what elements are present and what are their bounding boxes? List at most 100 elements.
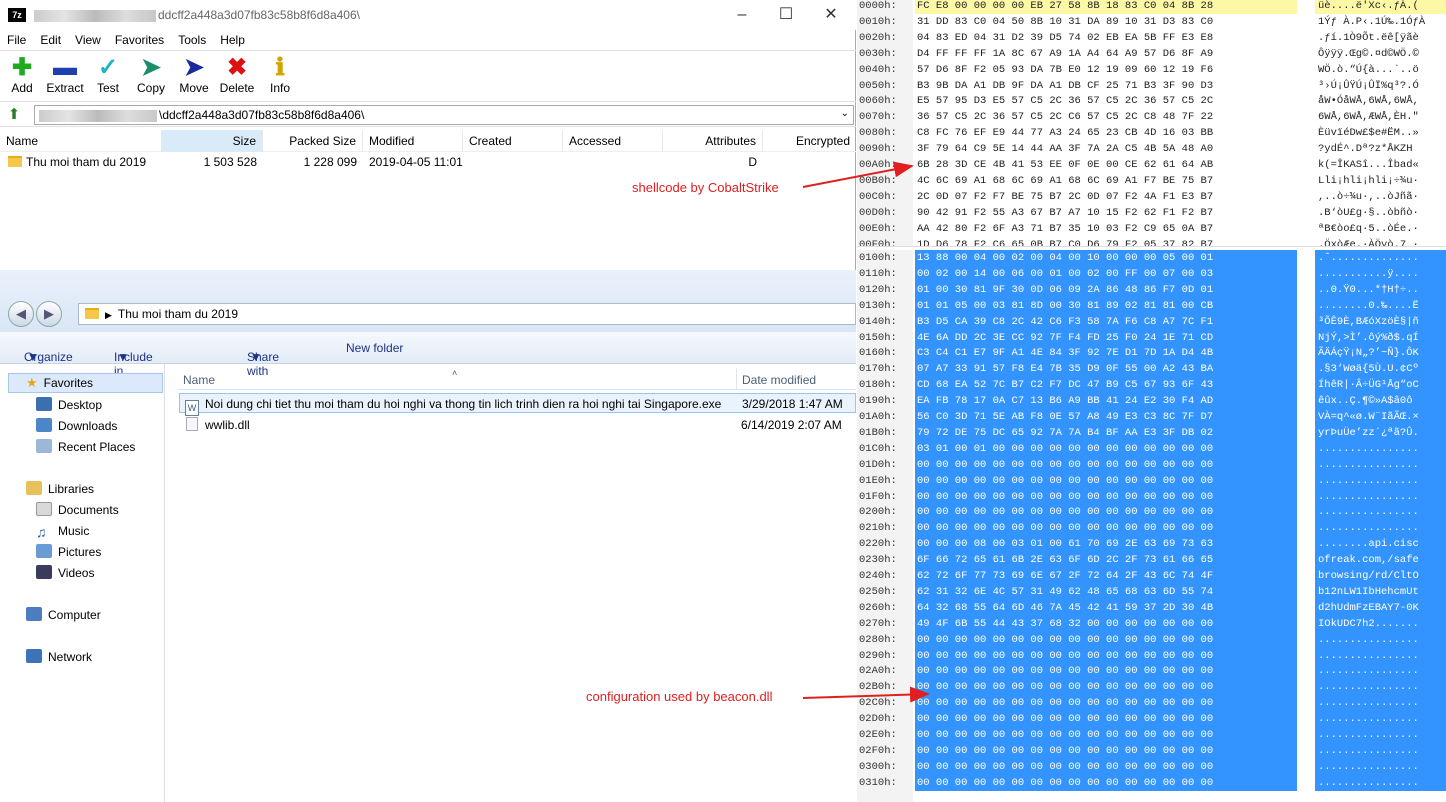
hex-row[interactable]: 0230h: 6F 66 72 65 61 6B 2E 63 6F 6D 2C 2… [857,552,1446,569]
hex-row[interactable]: 02F0h: 00 00 00 00 00 00 00 00 00 00 00 0… [857,742,1446,759]
forward-icon[interactable]: ▶ [36,301,62,327]
hex-row[interactable]: 01A0h: 56 C0 3D 71 5E AB F8 0E 57 A8 49 E… [857,409,1446,425]
hex-row[interactable]: 0220h: 00 00 00 08 00 03 01 00 61 70 69 2… [857,536,1446,553]
hex-row[interactable]: 00A0h: 6B 28 3D CE 4B 41 53 EE 0F 0E 00 C… [857,157,1446,173]
maximize-button[interactable]: ☐ [771,4,801,26]
hex-row[interactable]: 0100h: 13 88 00 04 00 02 00 04 00 10 00 0… [857,250,1446,266]
menu-edit[interactable]: Edit [33,30,68,50]
hex-row[interactable]: 0110h: 00 02 00 14 00 06 00 01 00 02 00 F… [857,265,1446,282]
add-button[interactable]: ✚ Add [0,55,44,96]
hex-row[interactable]: 0170h: 07 A7 33 91 57 F8 E4 7B 35 D9 0F 5… [857,361,1446,378]
sidebar-item-favorites[interactable]: ★ Favorites [8,373,163,393]
col-name[interactable]: Name [0,130,162,152]
menu-view[interactable]: View [68,30,108,50]
hex-row[interactable]: 0050h: B3 9B DA A1 DB 9F DA A1 DB CF 25 7… [857,78,1446,94]
hex-row[interactable]: 0080h: C8 FC 76 EF E9 44 77 A3 24 65 23 C… [857,125,1446,141]
hex-row[interactable]: 0150h: 4E 6A DD 2C 3E CC 92 7F F4 FD 25 F… [857,329,1446,346]
hex-row[interactable]: 0060h: E5 57 95 D3 E5 57 C5 2C 36 57 C5 2… [857,93,1446,109]
hex-row[interactable]: 00C0h: 2C 0D 07 F2 F7 BE 75 B7 2C 0D 07 F… [857,189,1446,205]
hex-row[interactable]: 0270h: 49 4F 6B 55 44 43 37 68 32 00 00 0… [857,615,1446,632]
hex-row[interactable]: 02B0h: 00 00 00 00 00 00 00 00 00 00 00 0… [857,679,1446,696]
table-row[interactable]: Thu moi tham du 2019 1 503 528 1 228 099… [0,153,856,171]
sidebar-item-downloads[interactable]: Downloads [36,417,117,435]
hex-row[interactable]: 0290h: 00 00 00 00 00 00 00 00 00 00 00 0… [857,647,1446,664]
file-row[interactable]: wwlib.dll 6/14/2019 2:07 AM [179,415,856,435]
test-button[interactable]: ✓ Test [86,55,130,96]
hex-row[interactable]: 01D0h: 00 00 00 00 00 00 00 00 00 00 00 0… [857,456,1446,473]
move-button[interactable]: ➤ Move [172,55,216,96]
hex-row[interactable]: 02A0h: 00 00 00 00 00 00 00 00 00 00 00 0… [857,663,1446,680]
hex-row[interactable]: 01C0h: 03 01 00 01 00 00 00 00 00 00 00 0… [857,440,1446,457]
header-name[interactable]: Name [183,373,215,387]
hex-ascii: .§3‘Wøä{5Ù.U.¢Cº [1315,361,1446,378]
hex-row[interactable]: 0090h: 3F 79 64 C9 5E 14 44 AA 3F 7A 2A C… [857,141,1446,157]
sidebar-item-libraries[interactable]: Libraries [26,480,94,498]
hex-row[interactable]: 0000h: FC E8 00 00 00 00 EB 27 58 8B 18 8… [857,0,1446,14]
header-date-modified[interactable]: Date modified [742,373,816,387]
address-input[interactable]: \ddcff2a448a3d07fb83c58b8f6d8a406\ ⌄ [34,105,854,125]
hex-row[interactable]: 01B0h: 79 72 DE 75 DC 65 92 7A 7A B4 BF A… [857,424,1446,441]
network-icon [26,649,42,663]
hex-row[interactable]: 02E0h: 00 00 00 00 00 00 00 00 00 00 00 0… [857,727,1446,743]
col-attributes[interactable]: Attributes [663,130,763,152]
hex-row[interactable]: 01E0h: 00 00 00 00 00 00 00 00 00 00 00 0… [857,472,1446,489]
sidebar-item-network[interactable]: Network [26,648,92,666]
col-created[interactable]: Created [463,130,563,152]
breadcrumb[interactable]: ▶ Thu moi tham du 2019 [78,303,856,325]
hex-row[interactable]: 00E0h: AA 42 80 F2 6F A3 71 B7 35 10 03 F… [857,221,1446,237]
menu-help[interactable]: Help [213,30,252,50]
col-packed-size[interactable]: Packed Size [263,130,363,152]
hex-row[interactable]: 0200h: 00 00 00 00 00 00 00 00 00 00 00 0… [857,504,1446,521]
hex-row[interactable]: 01F0h: 00 00 00 00 00 00 00 00 00 00 00 0… [857,488,1446,505]
hex-row[interactable]: 0030h: D4 FF FF FF 1A 8C 67 A9 1A A4 64 A… [857,46,1446,62]
chevron-down-icon[interactable]: ⌄ [841,108,849,119]
hex-row[interactable]: 00B0h: 4C 6C 69 A1 68 6C 69 A1 68 6C 69 A… [857,173,1446,189]
hex-row[interactable]: 0280h: 00 00 00 00 00 00 00 00 00 00 00 0… [857,631,1446,648]
hex-row[interactable]: 0020h: 04 83 ED 04 31 D2 39 D5 74 02 EB E… [857,30,1446,46]
delete-button[interactable]: ✖ Delete [215,55,259,96]
minimize-button[interactable]: – [727,4,757,26]
libraries-icon [26,481,42,495]
sidebar-item-documents[interactable]: Documents [36,501,119,519]
close-button[interactable]: ✕ [816,4,846,26]
menu-tools[interactable]: Tools [171,30,213,50]
hex-row[interactable]: 0120h: 01 00 30 81 9F 30 0D 06 09 2A 86 4… [857,281,1446,298]
hex-row[interactable]: 0140h: B3 D5 CA 39 C8 2C 42 C6 F3 58 7A F… [857,313,1446,330]
hex-row[interactable]: 0160h: C3 C4 C1 E7 9F A1 4E 84 3F 92 7E D… [857,345,1446,362]
hex-row[interactable]: 02C0h: 00 00 00 00 00 00 00 00 00 00 00 0… [857,695,1446,712]
hex-row[interactable]: 0190h: EA FB 78 17 0A C7 13 B6 A9 BB 41 2… [857,393,1446,410]
back-icon[interactable]: ◀ [8,301,34,327]
menu-favorites[interactable]: Favorites [108,30,171,50]
sidebar-item-desktop[interactable]: Desktop [36,396,102,414]
copy-button[interactable]: ➤ Copy [129,55,173,96]
hex-row[interactable]: 0310h: 00 00 00 00 00 00 00 00 00 00 00 0… [857,774,1446,791]
new-folder-button[interactable]: New folder [346,341,403,355]
videos-icon [36,565,52,579]
sidebar-item-computer[interactable]: Computer [26,606,101,624]
info-button[interactable]: ℹ Info [258,55,302,96]
sidebar-item-music[interactable]: ♫ Music [36,522,89,540]
hex-row[interactable]: 0130h: 01 01 05 00 03 81 8D 00 30 81 89 0… [857,297,1446,314]
col-size[interactable]: Size [162,130,263,152]
col-modified[interactable]: Modified [363,130,463,152]
hex-row[interactable]: 0180h: CD 68 EA 52 7C B7 C2 F7 DC 47 B9 C… [857,377,1446,394]
sidebar-item-recent-places[interactable]: Recent Places [36,438,135,456]
hex-row[interactable]: 0010h: 31 DD 83 C0 04 50 8B 10 31 DA 89 1… [857,14,1446,30]
extract-button[interactable]: ▬ Extract [43,55,87,96]
hex-row[interactable]: 0210h: 00 00 00 00 00 00 00 00 00 00 00 0… [857,520,1446,537]
sidebar-item-pictures[interactable]: Pictures [36,543,101,561]
hex-row[interactable]: 02D0h: 00 00 00 00 00 00 00 00 00 00 00 0… [857,711,1446,728]
hex-row[interactable]: 0040h: 57 D6 8F F2 05 93 DA 7B E0 12 19 0… [857,62,1446,78]
col-encrypted[interactable]: Encrypted [763,130,856,152]
hex-row[interactable]: 0240h: 62 72 6F 77 73 69 6E 67 2F 72 64 2… [857,568,1446,584]
hex-row[interactable]: 0250h: 62 31 32 6E 4C 57 31 49 62 48 65 6… [857,583,1446,600]
folder-up-icon[interactable]: ⬆ [4,106,24,124]
file-row-selected[interactable]: W Noi dung chi tiet thu moi tham du hoi n… [179,393,856,416]
hex-row[interactable]: 0260h: 64 32 68 55 64 6D 46 7A 45 42 41 5… [857,599,1446,616]
sidebar-item-videos[interactable]: Videos [36,564,94,582]
hex-row[interactable]: 0300h: 00 00 00 00 00 00 00 00 00 00 00 0… [857,758,1446,775]
hex-row[interactable]: 00D0h: 90 42 91 F2 55 A3 67 B7 A7 10 15 F… [857,205,1446,221]
hex-row[interactable]: 0070h: 36 57 C5 2C 36 57 C5 2C C6 57 C5 2… [857,109,1446,125]
menu-file[interactable]: File [0,30,33,50]
col-accessed[interactable]: Accessed [563,130,663,152]
